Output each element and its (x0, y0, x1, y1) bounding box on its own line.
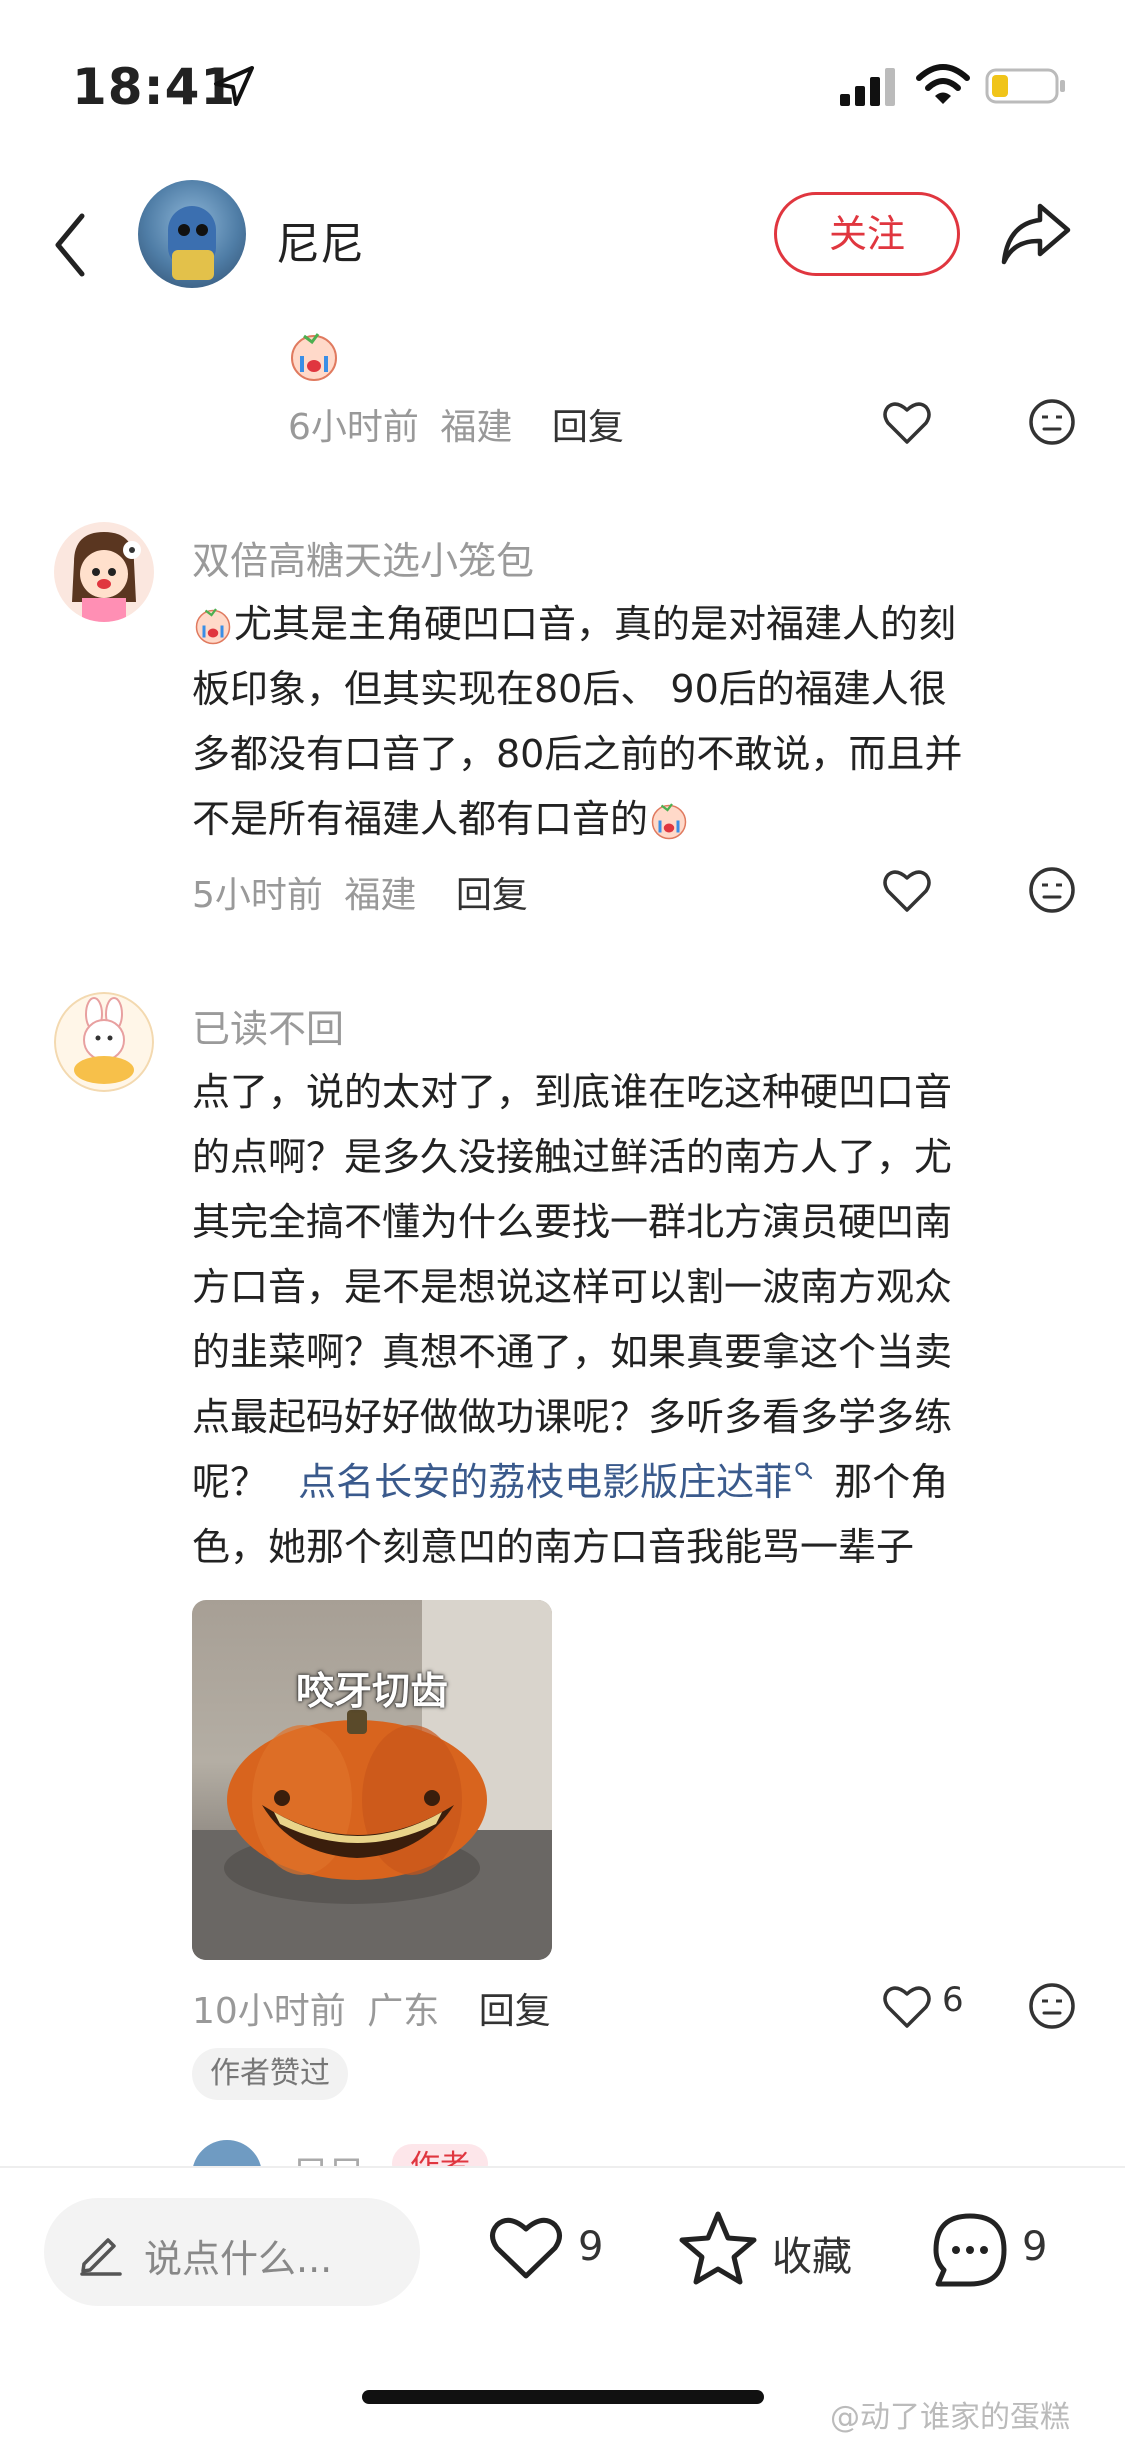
cellular-signal-icon (840, 68, 895, 106)
comment-line: 点最起码好好做做功课呢？多听多看多学多练 (192, 1395, 953, 1439)
like-count: 6 (942, 1980, 964, 2020)
comment-sticker-image[interactable]: 咬牙切齿 (192, 1600, 552, 1960)
comment-text: 点了，说的太对了，到底谁在吃这种硬凹口音 的点啊？是多久没接触过鲜活的南方人了，… (192, 1060, 1072, 1580)
comment-line: 点了，说的太对了，到底谁在吃这种硬凹口音 (192, 1070, 953, 1114)
sticker-caption: 咬牙切齿 (295, 1669, 448, 1713)
share-icon[interactable] (1000, 200, 1072, 266)
back-arrow-icon[interactable] (50, 210, 90, 280)
comment-location: 广东 (367, 1991, 440, 2032)
heart-icon[interactable] (882, 868, 932, 914)
star-icon[interactable] (678, 2210, 758, 2286)
like-heart-icon[interactable] (488, 2214, 564, 2282)
commenter-username[interactable]: 已读不回 (192, 998, 344, 1053)
comment-time: 10小时前 (192, 1991, 346, 2032)
crying-sticker-icon (291, 333, 337, 381)
comment-line: 呢？ (192, 1460, 269, 1504)
comment-location: 福建 (440, 407, 513, 448)
author-liked-badge: 作者赞过 (192, 2048, 348, 2100)
comment-meta: 6小时前 福建 回复 (288, 398, 624, 450)
comment-location: 福建 (344, 875, 417, 916)
reply-button[interactable]: 回复 (479, 1991, 551, 2032)
search-link[interactable]: 点名长安的荔枝电影版庄达菲 (298, 1460, 792, 1504)
pumpkin-illustration (224, 1710, 487, 1904)
comment-input-placeholder: 说点什么... (144, 2237, 333, 2281)
battery-icon (985, 68, 1065, 104)
comment-line: 的点啊？是多久没接触过鲜活的南方人了，尤 (192, 1135, 953, 1179)
comment-meta: 10小时前 广东 回复 (192, 1982, 551, 2034)
comment-line: 色，她那个刻意凹的南方口音我能骂一辈子 (192, 1525, 915, 1569)
home-indicator[interactable] (362, 2390, 764, 2404)
header-username[interactable]: 尼尼 (276, 208, 364, 272)
pencil-icon (80, 2238, 122, 2276)
comment-time: 5小时前 (192, 875, 323, 916)
comment-line: 其完全搞不懂为什么要找一群北方演员硬凹南 (192, 1200, 953, 1244)
like-count: 9 (578, 2224, 604, 2270)
heart-icon[interactable] (882, 400, 932, 446)
collect-label[interactable]: 收藏 (772, 2224, 852, 2282)
emoji-reaction-icon[interactable] (1028, 866, 1076, 914)
heart-icon[interactable] (882, 1984, 932, 2030)
comment-line: 板印象，但其实现在80后、 90后的福建人很 (192, 667, 947, 711)
watermark: @动了谁家的蛋糕 (830, 2400, 1070, 2435)
comment-line: 的韭菜啊？真想不通了，如果真要拿这个当卖 (192, 1330, 953, 1374)
reply-button[interactable]: 回复 (456, 875, 528, 916)
commenter-username[interactable]: 双倍高糖天选小笼包 (192, 530, 534, 585)
comment-line: 多都没有口音了，80后之前的不敢说，而且并 (192, 732, 963, 776)
emoji-reaction-icon[interactable] (1028, 398, 1076, 446)
search-icon[interactable] (794, 1461, 814, 1481)
emoji-reaction-icon[interactable] (1028, 1982, 1076, 2030)
crying-sticker-icon (195, 608, 231, 645)
comment-line: 不是所有福建人都有口音的 (192, 797, 649, 841)
reply-button[interactable]: 回复 (552, 407, 624, 448)
status-bar: 18:41 (0, 0, 1125, 170)
follow-button[interactable]: 关注 (774, 192, 960, 276)
comment-bubble-icon[interactable] (930, 2210, 1010, 2290)
comment-line: 那个角 (834, 1460, 949, 1504)
comment-time: 6小时前 (288, 407, 419, 448)
commenter-avatar[interactable] (54, 992, 154, 1092)
comment-line: 尤其是主角硬凹口音，真的是对福建人的刻 (234, 602, 957, 646)
location-arrow-icon (214, 66, 254, 106)
commenter-avatar[interactable] (54, 522, 154, 622)
crying-sticker-icon (651, 803, 687, 840)
comment-line: 方口音，是不是想说这样可以割一波南方观众 (192, 1265, 953, 1309)
header-avatar[interactable] (138, 180, 246, 288)
comment-input[interactable]: 说点什么... (44, 2198, 420, 2306)
comment-text: 尤其是主角硬凹口音，真的是对福建人的刻 板印象，但其实现在80后、 90后的福建… (192, 592, 1072, 852)
comment-count: 9 (1022, 2224, 1048, 2270)
comment-meta: 5小时前 福建 回复 (192, 866, 528, 918)
wifi-icon (916, 64, 970, 104)
